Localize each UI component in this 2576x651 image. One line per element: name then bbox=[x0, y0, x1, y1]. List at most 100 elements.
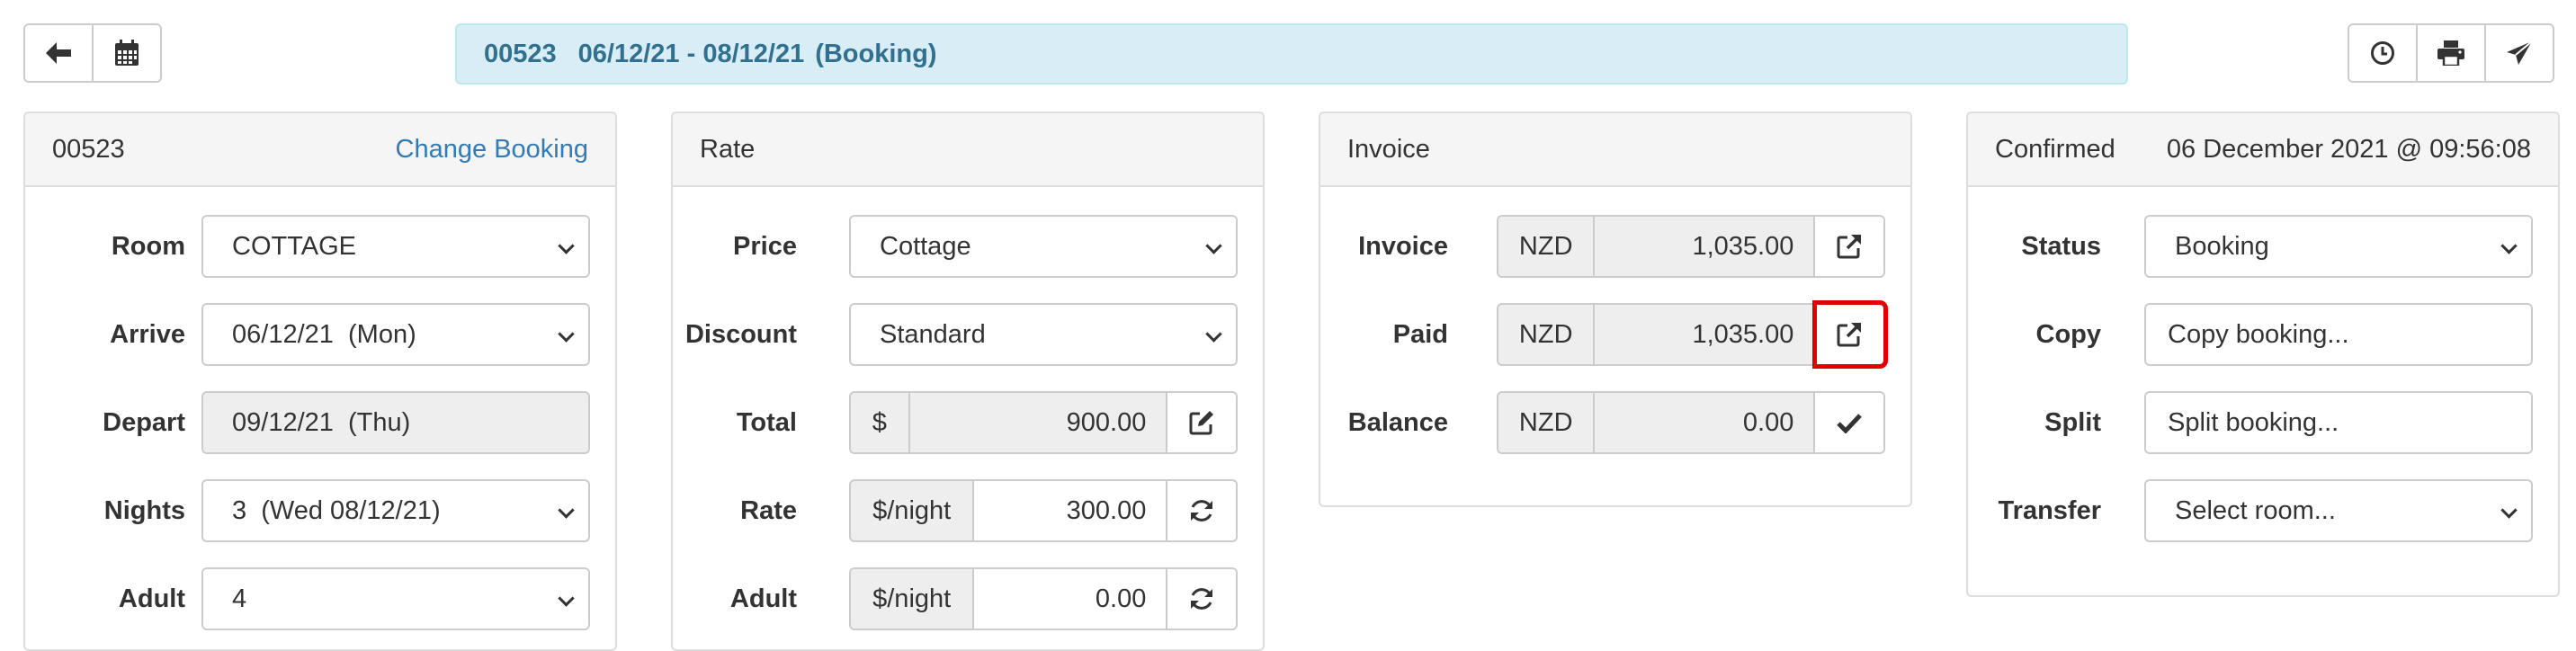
split-booking-text: Split booking... bbox=[2168, 407, 2339, 437]
room-row: Room COTTAGE bbox=[25, 214, 615, 279]
invoice-panel-header: Invoice bbox=[1320, 113, 1910, 187]
balance-value: 0.00 bbox=[1595, 391, 1816, 454]
split-booking-button[interactable]: Split booking... bbox=[2144, 391, 2533, 454]
split-label: Split bbox=[2044, 407, 2101, 437]
arrive-label: Arrive bbox=[110, 319, 185, 349]
confirm-balance-button[interactable] bbox=[1815, 391, 1885, 454]
price-value: Cottage bbox=[880, 231, 971, 261]
arrive-value: 06/12/21 (Mon) bbox=[232, 319, 416, 349]
booking-id: 00523 bbox=[52, 134, 125, 164]
edit-total-button[interactable] bbox=[1167, 391, 1238, 454]
history-button[interactable] bbox=[2348, 23, 2418, 83]
discount-row: Discount Standard bbox=[673, 302, 1263, 367]
price-label: Price bbox=[733, 231, 797, 261]
header-booking-id: 00523 bbox=[484, 39, 557, 68]
room-select[interactable]: COTTAGE bbox=[201, 215, 590, 278]
total-value: 900.00 bbox=[909, 391, 1168, 454]
discount-value: Standard bbox=[880, 319, 986, 349]
rate-unit-addon: $/night bbox=[849, 479, 975, 542]
print-icon bbox=[2437, 40, 2464, 66]
paid-value: 1,035.00 bbox=[1595, 303, 1816, 366]
rate-input-group: $/night 300.00 bbox=[849, 479, 1238, 542]
rate-input[interactable]: 300.00 bbox=[974, 479, 1168, 542]
left-toolbar bbox=[23, 23, 162, 83]
arrive-select[interactable]: 06/12/21 (Mon) bbox=[201, 303, 590, 366]
status-select[interactable]: Booking bbox=[2144, 215, 2533, 278]
adult-label: Adult bbox=[118, 584, 185, 613]
refresh-adult-rate-button[interactable] bbox=[1167, 567, 1238, 630]
invoice-input-group: NZD 1,035.00 bbox=[1497, 215, 1885, 278]
discount-select[interactable]: Standard bbox=[849, 303, 1238, 366]
copy-booking-text: Copy booking... bbox=[2168, 319, 2349, 349]
balance-row: Balance NZD 0.00 bbox=[1320, 390, 1910, 455]
copy-row: Copy Copy booking... bbox=[1968, 302, 2558, 367]
invoice-row: Invoice NZD 1,035.00 bbox=[1320, 214, 1910, 279]
room-label: Room bbox=[111, 231, 185, 261]
nights-select[interactable]: 3 (Wed 08/12/21) bbox=[201, 479, 590, 542]
total-label: Total bbox=[736, 407, 797, 437]
header-date-range: 06/12/21 - 08/12/21 bbox=[577, 39, 805, 68]
status-panel: Confirmed 06 December 2021 @ 09:56:08 St… bbox=[1966, 111, 2560, 597]
edit-icon bbox=[1189, 411, 1214, 435]
status-row: Status Booking bbox=[1968, 214, 2558, 279]
check-icon bbox=[1837, 414, 1863, 433]
booking-header: 00523 06/12/21 - 08/12/21 (Booking) bbox=[455, 23, 2128, 85]
rate-label: Rate bbox=[740, 495, 797, 525]
confirmed-timestamp: 06 December 2021 @ 09:56:08 bbox=[2166, 134, 2531, 164]
transfer-row: Transfer Select room... bbox=[1968, 478, 2558, 543]
confirmed-state: Confirmed bbox=[1995, 134, 2115, 164]
adult-select[interactable]: 4 bbox=[201, 567, 590, 630]
price-select[interactable]: Cottage bbox=[849, 215, 1238, 278]
rate-row: Rate $/night 300.00 bbox=[673, 478, 1263, 543]
nights-value: 3 (Wed 08/12/21) bbox=[232, 495, 441, 525]
total-input-group: $ 900.00 bbox=[849, 391, 1238, 454]
adult-value: 4 bbox=[232, 584, 247, 613]
refresh-rate-button[interactable] bbox=[1167, 479, 1238, 542]
adult-rate-row: Adult $/night 0.00 bbox=[673, 566, 1263, 631]
balance-currency: NZD bbox=[1497, 391, 1596, 454]
arrow-left-icon bbox=[46, 42, 71, 64]
discount-label: Discount bbox=[684, 319, 797, 349]
nights-label: Nights bbox=[103, 495, 185, 525]
total-currency-addon: $ bbox=[849, 391, 910, 454]
rate-panel: Rate Price Cottage Discount Standard Tot… bbox=[671, 111, 1265, 651]
clock-icon bbox=[2371, 41, 2394, 65]
transfer-select[interactable]: Select room... bbox=[2144, 479, 2533, 542]
rate-panel-title: Rate bbox=[700, 134, 756, 164]
print-button[interactable] bbox=[2416, 23, 2486, 83]
open-payments-button[interactable] bbox=[1812, 300, 1888, 369]
invoice-label: Invoice bbox=[1358, 231, 1448, 261]
status-panel-header: Confirmed 06 December 2021 @ 09:56:08 bbox=[1968, 113, 2558, 187]
paid-input-group: NZD 1,035.00 bbox=[1497, 300, 1888, 369]
invoice-panel: Invoice Invoice NZD 1,035.00 Paid NZD 1,… bbox=[1319, 111, 1912, 507]
open-invoice-button[interactable] bbox=[1815, 215, 1885, 278]
calendar-icon bbox=[115, 40, 139, 66]
refresh-icon bbox=[1191, 500, 1213, 522]
adult-rate-input[interactable]: 0.00 bbox=[974, 567, 1168, 630]
paid-label: Paid bbox=[1392, 319, 1448, 349]
invoice-currency: NZD bbox=[1497, 215, 1596, 278]
booking-panel: 00523 Change Booking Room COTTAGE Arrive… bbox=[23, 111, 617, 651]
transfer-label: Transfer bbox=[1998, 495, 2101, 525]
external-link-icon bbox=[1837, 323, 1862, 347]
balance-label: Balance bbox=[1347, 407, 1448, 437]
nights-row: Nights 3 (Wed 08/12/21) bbox=[25, 478, 615, 543]
copy-booking-button[interactable]: Copy booking... bbox=[2144, 303, 2533, 366]
depart-field: 09/12/21 (Thu) bbox=[201, 391, 590, 454]
adult-rate-unit-addon: $/night bbox=[849, 567, 975, 630]
transfer-placeholder: Select room... bbox=[2175, 495, 2336, 525]
adult-row: Adult 4 bbox=[25, 566, 615, 631]
status-label: Status bbox=[2021, 231, 2101, 261]
change-booking-link[interactable]: Change Booking bbox=[396, 135, 588, 165]
external-link-icon bbox=[1837, 235, 1862, 259]
copy-label: Copy bbox=[2035, 319, 2102, 349]
calendar-button[interactable] bbox=[92, 23, 162, 83]
back-button[interactable] bbox=[23, 23, 94, 83]
right-toolbar bbox=[2348, 23, 2554, 83]
balance-input-group: NZD 0.00 bbox=[1497, 391, 1885, 454]
total-row: Total $ 900.00 bbox=[673, 390, 1263, 455]
room-value: COTTAGE bbox=[232, 231, 357, 261]
depart-value: 09/12/21 (Thu) bbox=[232, 407, 411, 437]
refresh-icon bbox=[1191, 588, 1213, 610]
send-button[interactable] bbox=[2484, 23, 2554, 83]
